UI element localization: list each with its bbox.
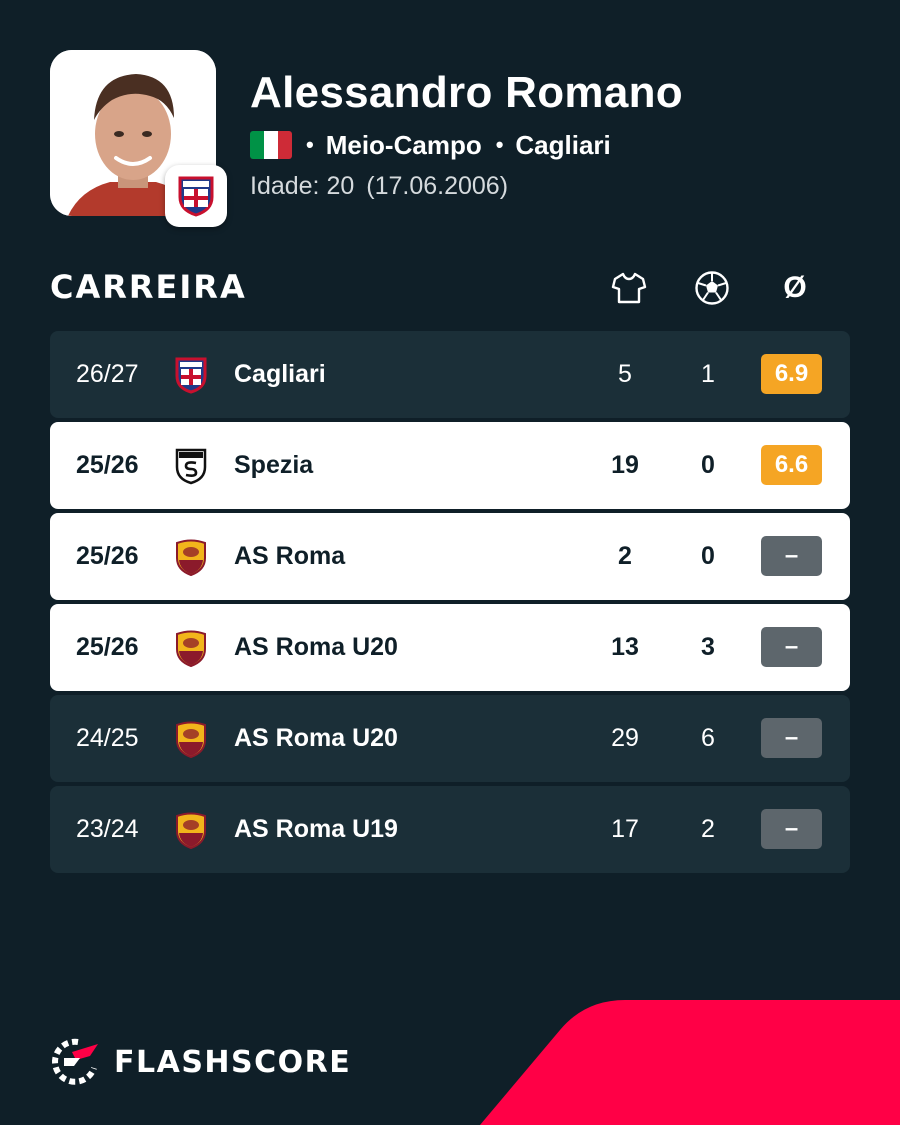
club-badge [165, 165, 227, 227]
goals: 0 [701, 542, 715, 570]
appearances: 2 [618, 542, 632, 570]
career-table: 26/27 Cagliari 5 1 6.9 25/26 Spezia 19 0… [50, 331, 850, 877]
appearances: 5 [618, 360, 632, 388]
goals: 6 [701, 724, 715, 752]
flashscore-logo-icon [52, 1038, 98, 1085]
rating-badge: 6.9 [761, 354, 822, 394]
separator: • [306, 132, 314, 157]
age-label: Idade: 20 [250, 172, 355, 200]
flashscore-brand[interactable]: FLASHSCORE [50, 1038, 351, 1086]
rating-badge: – [761, 809, 822, 849]
jersey-icon [609, 268, 649, 308]
appearances: 13 [611, 633, 639, 661]
season: 26/27 [76, 360, 139, 388]
season: 25/26 [76, 633, 139, 661]
player-age: Idade: 20 (17.06.2006) [250, 172, 508, 201]
cagliari-logo [175, 357, 207, 394]
roma-logo [176, 539, 206, 576]
brand-name: FLASHSCORE [114, 1044, 352, 1080]
team-name: AS Roma U20 [234, 724, 398, 752]
rating-badge: – [761, 627, 822, 667]
table-row[interactable]: 25/26 Spezia 19 0 6.6 [50, 422, 850, 509]
rating-badge: – [761, 718, 822, 758]
season: 25/26 [76, 451, 139, 479]
team-name: AS Roma U20 [234, 633, 398, 661]
appearances: 19 [611, 451, 639, 479]
season: 25/26 [76, 542, 139, 570]
table-row[interactable]: 23/24 AS Roma U19 17 2 – [50, 786, 850, 873]
spezia-logo [175, 448, 207, 485]
goals: 1 [701, 360, 715, 388]
team-name: AS Roma [234, 542, 346, 570]
career-title: CARREIRA [50, 268, 247, 306]
roma-logo [176, 812, 206, 849]
team-name: AS Roma U19 [234, 815, 398, 843]
date-of-birth: (17.06.2006) [366, 172, 509, 200]
roma-logo [176, 630, 206, 667]
rating-badge: 6.6 [761, 445, 822, 485]
season: 24/25 [76, 724, 139, 752]
table-row[interactable]: 26/27 Cagliari 5 1 6.9 [50, 331, 850, 418]
player-name: Alessandro Romano [250, 68, 683, 117]
player-position: Meio-Campo [325, 129, 482, 160]
player-club: Cagliari [515, 129, 611, 160]
italy-flag-icon [250, 131, 292, 159]
appearances: 17 [611, 815, 639, 843]
season: 23/24 [76, 815, 139, 843]
player-meta: • Meio-Campo • Cagliari [250, 130, 611, 160]
table-row[interactable]: 25/26 AS Roma 2 0 – [50, 513, 850, 600]
goals: 3 [701, 633, 715, 661]
rating-badge: – [761, 536, 822, 576]
separator: • [495, 132, 504, 157]
cagliari-logo [178, 176, 214, 217]
appearances: 29 [611, 724, 639, 752]
team-name: Spezia [234, 451, 314, 479]
player-header: Alessandro Romano • Meio-Campo • Cagliar… [50, 50, 850, 230]
roma-logo [176, 721, 206, 758]
table-row[interactable]: 24/25 AS Roma U20 29 6 – [50, 695, 850, 782]
goals: 0 [701, 451, 715, 479]
table-row[interactable]: 25/26 AS Roma U20 13 3 – [50, 604, 850, 691]
football-icon [692, 268, 732, 308]
goals: 2 [701, 815, 715, 843]
average-rating-icon: Ø [783, 271, 807, 304]
team-name: Cagliari [234, 360, 326, 388]
